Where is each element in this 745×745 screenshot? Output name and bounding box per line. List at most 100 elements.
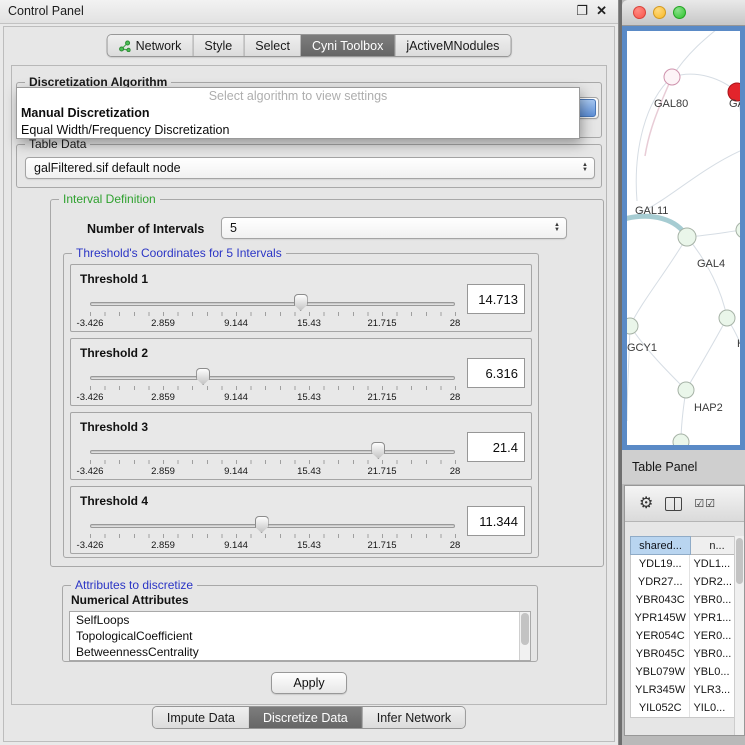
list-scrollbar[interactable] <box>519 612 530 660</box>
mac-zoom-icon[interactable] <box>673 6 686 19</box>
threshold-1-slider-thumb[interactable] <box>294 294 308 311</box>
mac-minimize-icon[interactable] <box>653 6 666 19</box>
list-item[interactable]: BetweennessCentrality <box>70 644 530 660</box>
scrollbar-thumb[interactable] <box>736 538 743 584</box>
table-body: YDL19...YDL1... YDR27...YDR2... YBR043CY… <box>630 555 744 718</box>
threshold-4-slider-thumb[interactable] <box>255 516 269 533</box>
tick-labels: -3.426 2.859 9.144 15.43 21.715 28 <box>90 392 455 403</box>
threshold-label: Threshold 4 <box>80 494 148 508</box>
combo-value: 5 <box>230 221 237 235</box>
tab-label: jActiveMNodules <box>406 39 499 53</box>
node-label: H <box>737 338 740 350</box>
tab-discretize-data[interactable]: Discretize Data <box>249 707 362 728</box>
popup-item-equal-width-frequency[interactable]: Equal Width/Frequency Discretization <box>17 122 579 139</box>
threshold-2-box: Threshold 2 -3.426 2.859 9.144 15.43 21.… <box>70 338 532 406</box>
threshold-label: Threshold 1 <box>80 272 148 286</box>
interval-definition-group: Interval Definition Number of Intervals … <box>50 199 604 567</box>
apply-button[interactable]: Apply <box>271 672 347 694</box>
table-data-combobox[interactable]: galFiltered.sif default node ▲▼ <box>25 157 595 179</box>
table-columns-icon[interactable] <box>665 497 682 511</box>
node-hap2[interactable] <box>678 382 694 398</box>
node-gal80[interactable] <box>664 69 680 85</box>
group-title: Threshold's Coordinates for 5 Intervals <box>72 246 286 260</box>
node-gcy1[interactable] <box>627 318 638 334</box>
slider-ticks <box>90 312 456 316</box>
node-label: HAP2 <box>694 402 723 414</box>
slider-ticks <box>90 460 456 464</box>
node-label: GAL80 <box>654 98 688 110</box>
network-window-titlebar <box>622 0 745 26</box>
tab-network[interactable]: Network <box>108 35 193 56</box>
node[interactable] <box>736 222 740 238</box>
table-row[interactable]: YLR345WYLR3... <box>631 681 743 699</box>
mac-close-icon[interactable] <box>633 6 646 19</box>
table-row[interactable]: YBR045CYBR0... <box>631 645 743 663</box>
num-intervals-label: Number of Intervals <box>87 222 204 236</box>
thick-edge[interactable] <box>627 216 687 237</box>
tab-select[interactable]: Select <box>243 35 301 56</box>
gear-icon[interactable]: ⚙ <box>639 496 653 512</box>
tab-label: Cyni Toolbox <box>312 39 383 53</box>
list-item[interactable]: TopologicalCoefficient <box>70 628 530 644</box>
tab-style[interactable]: Style <box>192 35 243 56</box>
node[interactable] <box>673 434 689 445</box>
combo-value: galFiltered.sif default node <box>34 161 181 175</box>
table-panel-label-strip: Table Panel <box>622 450 745 484</box>
tab-jactivemnodules[interactable]: jActiveMNodules <box>394 35 510 56</box>
scrollbar-thumb[interactable] <box>521 613 529 645</box>
popup-placeholder: Select algorithm to view settings <box>17 88 579 105</box>
threshold-1-box: Threshold 1 -3.426 2.859 9.144 15.43 21.… <box>70 264 532 332</box>
group-title: Attributes to discretize <box>71 578 197 592</box>
tab-infer-network[interactable]: Infer Network <box>362 707 465 728</box>
table-panel: ⚙ ☑☑ shared... n... YDL19...YDL1... YDR2… <box>624 485 745 736</box>
tab-impute-data[interactable]: Impute Data <box>153 707 249 728</box>
tab-label: Infer Network <box>377 711 451 725</box>
table-row[interactable]: YBR043CYBR0... <box>631 591 743 609</box>
control-panel-title: Control Panel <box>8 4 84 18</box>
node-label: GCY1 <box>627 342 657 354</box>
node[interactable] <box>719 310 735 326</box>
table-scrollbar[interactable] <box>734 536 744 735</box>
screenshot-root: Control Panel ❐ ✕ Network Style <box>0 0 745 745</box>
threshold-3-value-field[interactable]: 21.4 <box>467 432 525 462</box>
threshold-2-slider-thumb[interactable] <box>196 368 210 385</box>
threshold-2-value-field[interactable]: 6.316 <box>467 358 525 388</box>
tab-label: Discretize Data <box>263 711 348 725</box>
table-row[interactable]: YIL052CYIL0... <box>631 699 743 717</box>
table-row[interactable]: YPR145WYPR1... <box>631 609 743 627</box>
threshold-4-box: Threshold 4 -3.426 2.859 9.144 15.43 21.… <box>70 486 532 554</box>
top-tabstrip: Network Style Select Cyni Toolbox jActiv… <box>107 34 512 57</box>
table-row[interactable]: YER054CYER0... <box>631 627 743 645</box>
list-item[interactable]: SelfLoops <box>70 612 530 628</box>
num-intervals-combobox[interactable]: 5 ▲▼ <box>221 217 567 239</box>
threshold-3-box: Threshold 3 -3.426 2.859 9.144 15.43 21.… <box>70 412 532 480</box>
threshold-3-slider-thumb[interactable] <box>371 442 385 459</box>
tick-labels: -3.426 2.859 9.144 15.43 21.715 28 <box>90 318 455 329</box>
checkbox-icons[interactable]: ☑☑ <box>694 497 716 510</box>
threshold-label: Threshold 3 <box>80 420 148 434</box>
table-row[interactable]: YDL19...YDL1... <box>631 555 743 573</box>
close-icon[interactable]: ✕ <box>596 3 607 19</box>
table-header: shared... n... <box>630 536 744 555</box>
node-gal4-hub[interactable] <box>678 228 696 246</box>
slider-ticks <box>90 534 456 538</box>
tab-cyni-toolbox[interactable]: Cyni Toolbox <box>301 35 394 56</box>
attributes-group: Attributes to discretize Numerical Attri… <box>62 585 538 662</box>
thresholds-group: Threshold's Coordinates for 5 Intervals … <box>63 253 539 558</box>
table-row[interactable]: YDR27...YDR2... <box>631 573 743 591</box>
cyni-content: Discretization Algorithm Select algorith… <box>11 65 607 705</box>
float-icon[interactable]: ❐ <box>576 3 588 19</box>
network-view[interactable]: GAL80 GA GAL11 GAL4 GCY1 H HAP2 <box>622 26 745 450</box>
network-canvas: GAL80 GA GAL11 GAL4 GCY1 H HAP2 <box>627 31 740 445</box>
right-pane: GAL80 GA GAL11 GAL4 GCY1 H HAP2 Table Pa… <box>622 0 745 745</box>
tab-label: Select <box>255 39 290 53</box>
threshold-4-value-field[interactable]: 11.344 <box>467 506 525 536</box>
table-panel-title: Table Panel <box>632 460 697 474</box>
group-title: Interval Definition <box>59 192 160 206</box>
algorithm-dropdown-popup: Select algorithm to view settings Manual… <box>16 87 580 139</box>
threshold-label: Threshold 2 <box>80 346 148 360</box>
column-header-shared-name[interactable]: shared... <box>630 536 691 555</box>
threshold-1-value-field[interactable]: 14.713 <box>467 284 525 314</box>
table-row[interactable]: YBL079WYBL0... <box>631 663 743 681</box>
popup-item-manual-discretization[interactable]: Manual Discretization <box>17 105 579 122</box>
